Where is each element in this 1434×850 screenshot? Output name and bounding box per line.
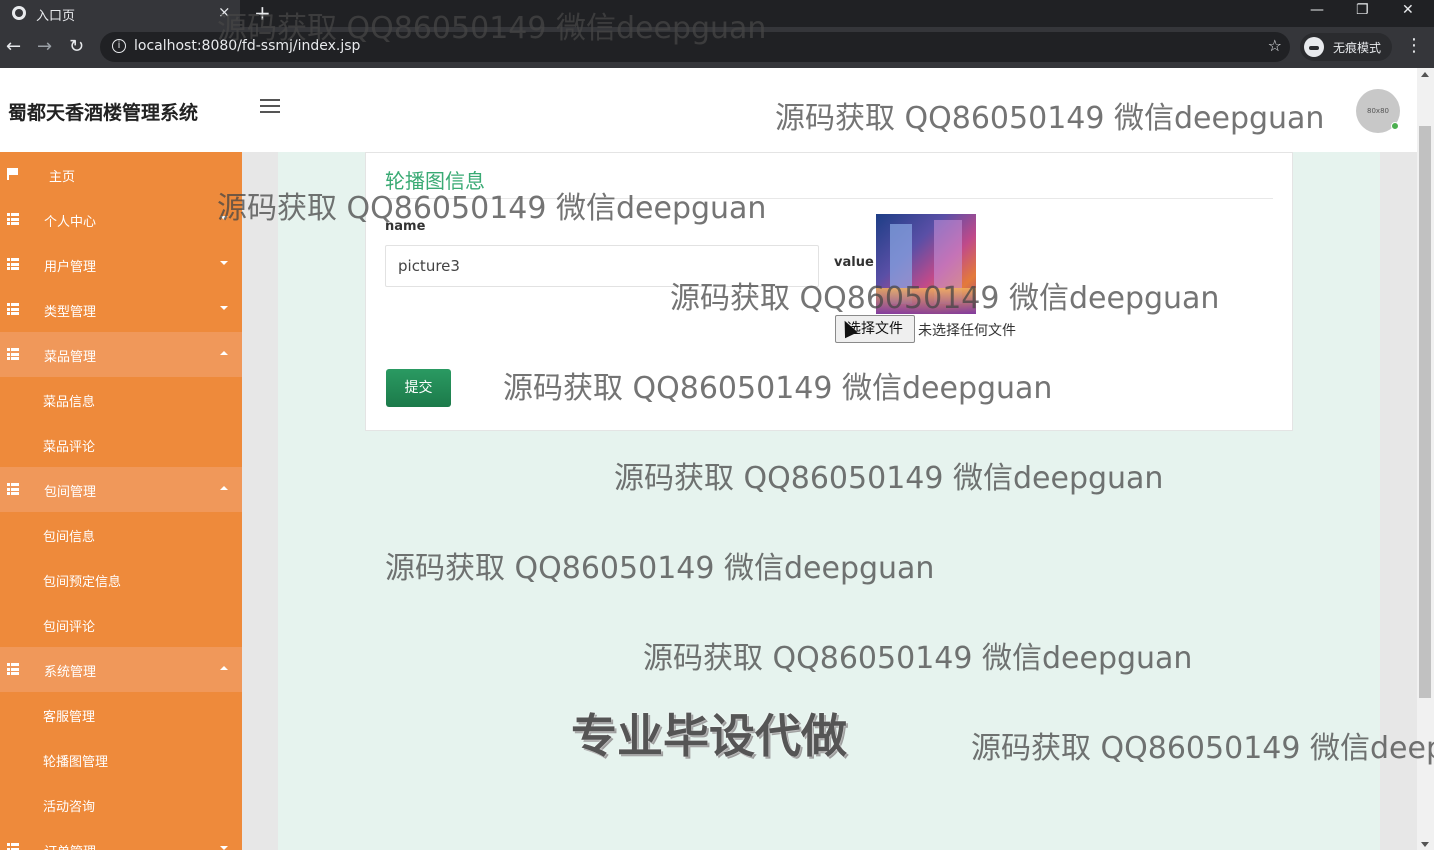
sidebar-item-label: 订单管理 [44,841,96,850]
sidebar-subitem-room-reviews[interactable]: 包间评论 [0,602,242,647]
scroll-down-icon[interactable] [1421,842,1429,847]
sidebar-item-profile[interactable]: 个人中心 [0,197,242,242]
online-status-dot [1391,122,1399,130]
sidebar-item-rooms[interactable]: 包间管理 [0,467,242,512]
restore-button[interactable]: ❐ [1356,2,1369,18]
back-arrow-icon[interactable]: ← [6,36,21,57]
watermark: 源码获取 QQ86050149 微信deepguan [670,281,1220,316]
sidebar-subitem-dish-info[interactable]: 菜品信息 [0,377,242,422]
grid-icon [7,843,19,850]
minimize-button[interactable]: — [1310,2,1324,18]
watermark: 源码获取 QQ86050149 微信deepguan [217,11,767,46]
sidebar-subitem-room-bookings[interactable]: 包间预定信息 [0,557,242,602]
tab-title: 入口页 [36,9,76,24]
scroll-up-icon[interactable] [1421,72,1429,77]
sidebar-item-system[interactable]: 系统管理 [0,647,242,692]
sidebar-subitem-label: 轮播图管理 [43,755,109,770]
sidebar-item-orders[interactable]: 订单管理 [0,827,242,850]
watermark: 源码获取 QQ86050149 微信deepguan [643,641,1193,676]
watermark: 源码获取 QQ86050149 微信deepguan [503,371,1053,406]
file-status-text: 未选择任何文件 [918,323,1016,339]
watermark: 源码获取 QQ86050149 微信deepguan [614,461,1164,496]
grid-icon [7,663,19,675]
sidebar-subitem-room-info[interactable]: 包间信息 [0,512,242,557]
sidebar-item-users[interactable]: 用户管理 [0,242,242,287]
grid-icon [7,303,19,315]
sidebar-subitem-label: 包间预定信息 [43,575,122,590]
sidebar-item-label: 用户管理 [44,260,97,275]
caret-up-icon [220,666,228,670]
sidebar-subitem-events[interactable]: 活动咨询 [0,782,242,827]
bookmark-star-icon[interactable]: ☆ [1268,36,1282,55]
sidebar: 主页 个人中心 用户管理 类型管理 菜品管理 菜品信息 菜品评论 包间管理 包间… [0,152,242,850]
sidebar-subitem-customer-service[interactable]: 客服管理 [0,692,242,737]
browser-tab[interactable]: 入口页 × [0,0,240,27]
caret-up-icon [220,486,228,490]
value-label: value [834,255,874,270]
info-icon[interactable]: i [112,39,126,53]
watermark: 源码获取 QQ86050149 微信deep [971,731,1434,766]
browser-menu-icon[interactable]: ⋮ [1405,35,1423,56]
caret-down-icon [220,306,228,310]
sidebar-subitem-carousel[interactable]: 轮播图管理 [0,737,242,782]
incognito-label: 无痕模式 [1333,41,1382,55]
sidebar-item-label: 系统管理 [44,665,97,680]
forward-arrow-icon[interactable]: → [37,36,52,57]
incognito-icon [1304,37,1324,57]
sidebar-subitem-dish-reviews[interactable]: 菜品评论 [0,422,242,467]
watermark: 源码获取 QQ86050149 微信deepguan [385,551,935,586]
watermark: 源码获取 QQ86050149 微信deepguan [775,101,1325,136]
caret-down-icon [220,846,228,850]
app-brand: 蜀都天香酒楼管理系统 [8,102,199,124]
close-window-button[interactable]: ✕ [1402,2,1414,18]
sidebar-item-dishes[interactable]: 菜品管理 [0,332,242,377]
sidebar-item-types[interactable]: 类型管理 [0,287,242,332]
sidebar-item-label: 包间管理 [44,485,97,500]
scrollbar-thumb[interactable] [1419,126,1431,698]
watermark-big: 专业毕设代做 [571,709,847,763]
hamburger-menu-icon[interactable] [260,99,280,115]
grid-icon [7,258,19,270]
sidebar-item-label: 个人中心 [44,215,97,230]
caret-down-icon [220,261,228,265]
sidebar-subitem-label: 活动咨询 [43,800,96,815]
submit-button[interactable]: 提交 [386,369,451,407]
sidebar-item-label: 主页 [49,170,76,185]
grid-icon [7,483,19,495]
sidebar-item-label: 菜品管理 [44,350,97,365]
sidebar-item-home[interactable]: 主页 [0,152,242,197]
caret-up-icon [220,351,228,355]
reload-icon[interactable]: ↻ [69,36,84,57]
globe-icon [12,6,26,20]
grid-icon [7,213,19,225]
watermark: 源码获取 QQ86050149 微信deepguan [217,191,767,226]
incognito-badge[interactable]: 无痕模式 [1300,33,1392,61]
sidebar-subitem-label: 菜品信息 [43,395,96,410]
sidebar-subitem-label: 包间评论 [43,620,96,635]
sidebar-subitem-label: 包间信息 [43,530,96,545]
sidebar-subitem-label: 客服管理 [43,710,96,725]
sidebar-item-label: 类型管理 [44,305,97,320]
grid-icon [7,348,19,360]
sidebar-subitem-label: 菜品评论 [43,440,96,455]
flag-icon [7,168,19,180]
